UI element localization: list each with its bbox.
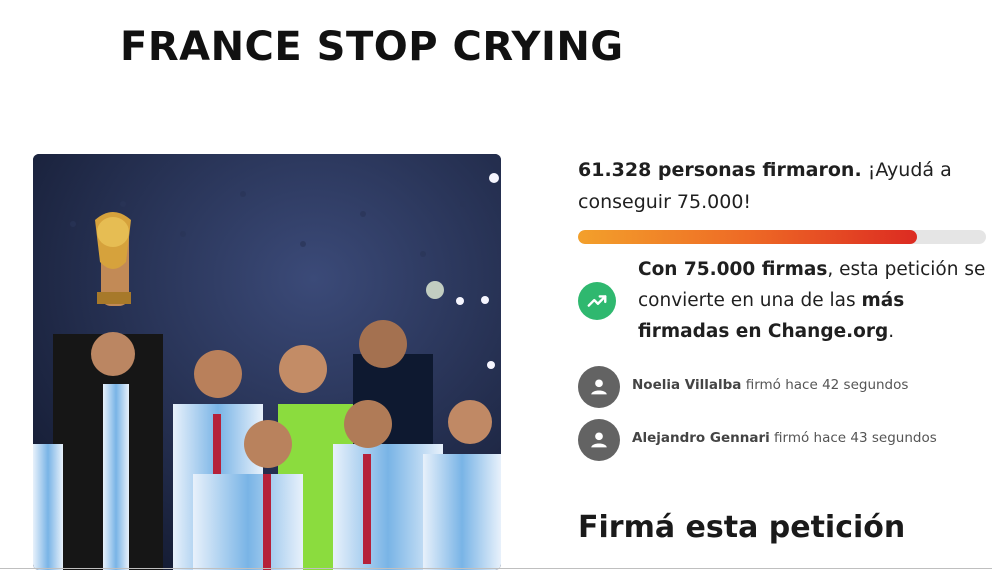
- user-avatar-icon: [578, 419, 620, 461]
- milestone-text: Con 75.000 firmas, esta petición se conv…: [638, 254, 986, 347]
- petition-panel: 61.328 personas firmaron. ¡Ayudá a conse…: [578, 154, 986, 545]
- trending-up-icon: [578, 282, 616, 320]
- signer-time: firmó hace 43 segundos: [769, 430, 937, 446]
- milestone-end: .: [888, 321, 895, 342]
- sign-petition-heading: Firmá esta petición: [578, 510, 906, 545]
- signature-count-text: 61.328 personas firmaron. ¡Ayudá a conse…: [578, 154, 986, 218]
- milestone-bold-start: Con 75.000 firmas: [638, 259, 828, 280]
- signer-name: Noelia Villalba: [632, 377, 742, 393]
- milestone-notice: Con 75.000 firmas, esta petición se conv…: [578, 254, 986, 347]
- team-celebration-photo: [33, 154, 501, 570]
- signer-line: Noelia Villalba firmó hace 42 segundos: [632, 377, 908, 393]
- divider: [0, 568, 992, 569]
- user-avatar-icon: [578, 366, 620, 408]
- progress-fill: [578, 230, 917, 244]
- signer-name: Alejandro Gennari: [632, 430, 770, 446]
- recent-signer: Noelia Villalba firmó hace 42 segundos: [578, 366, 986, 408]
- signed-count: 61.328 personas firmaron.: [578, 159, 862, 181]
- signer-line: Alejandro Gennari firmó hace 43 segundos: [632, 430, 937, 446]
- signature-progress-bar: [578, 230, 986, 244]
- page-title: FRANCE STOP CRYING: [120, 24, 624, 70]
- recent-signer: Alejandro Gennari firmó hace 43 segundos: [578, 419, 986, 461]
- signer-time: firmó hace 42 segundos: [741, 377, 909, 393]
